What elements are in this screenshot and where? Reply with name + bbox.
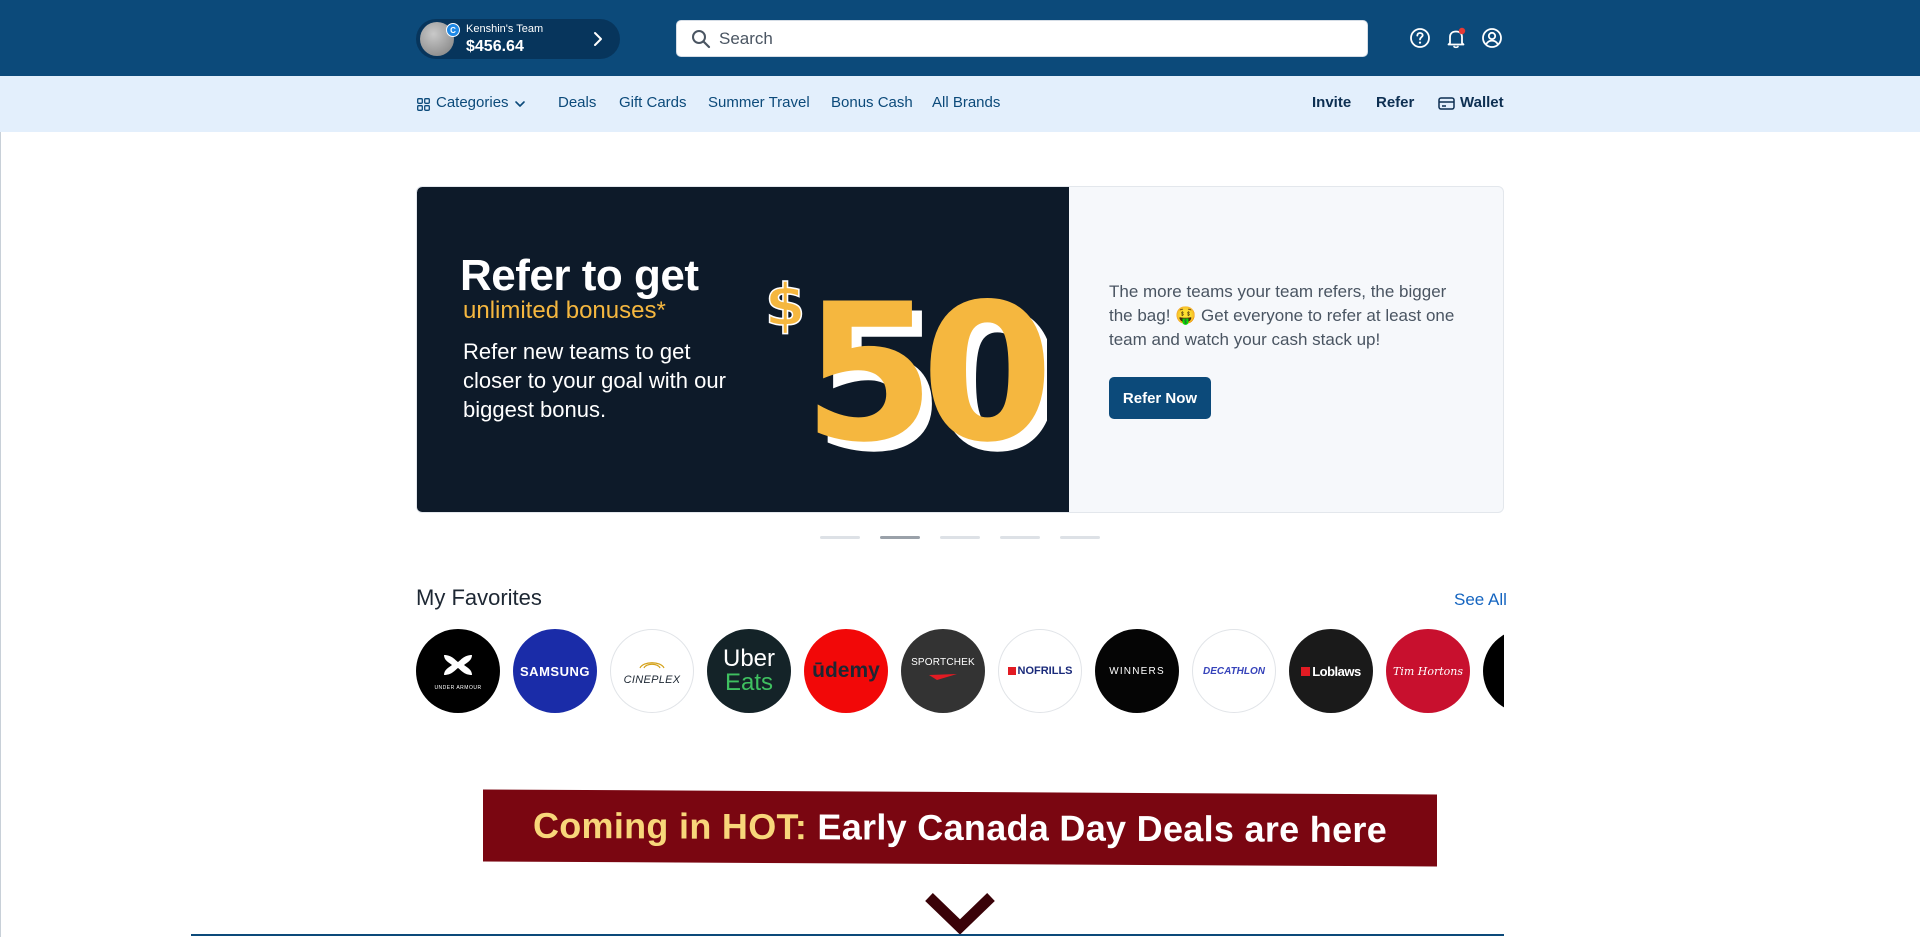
frame-edge (0, 0, 1, 937)
help-icon[interactable] (1409, 27, 1431, 49)
refer-now-button[interactable]: Refer Now (1109, 377, 1211, 419)
sport-chek-swoosh-icon (928, 673, 957, 680)
brand-label: WINNERS (1109, 665, 1165, 677)
team-info: Kenshin's Team $456.64 (466, 22, 544, 55)
brand-uber-eats[interactable]: Uber Eats (707, 629, 791, 713)
no-frills-mark-icon (1007, 667, 1016, 675)
brand-label: UNDER ARMOUR (434, 684, 482, 691)
wallet-icon[interactable] (1438, 96, 1455, 111)
promo-hot-text: Coming in HOT: (532, 804, 808, 848)
chevron-down-icon[interactable] (514, 99, 526, 109)
hero-title: Refer to get (460, 251, 699, 300)
promo-banner[interactable]: Coming in HOT: Early Canada Day Deals ar… (483, 789, 1437, 867)
team-selector-button[interactable]: C Kenshin's Team $456.64 (416, 19, 620, 59)
brand-label: SPORTCHEK (911, 656, 975, 668)
brand-decathlon[interactable]: DECATHLON (1192, 629, 1276, 713)
nav-all-brands[interactable]: All Brands (932, 94, 1000, 111)
promo-text: Coming in HOT: Early Canada Day Deals ar… (533, 805, 1387, 851)
brand-label: Loblaws (1312, 663, 1361, 679)
favorites-heading: My Favorites (416, 585, 542, 610)
categories-dropdown[interactable]: Categories (436, 94, 509, 111)
secondary-nav: Categories Deals Gift Cards Summer Trave… (0, 76, 1920, 132)
brand-winners[interactable]: WINNERS (1095, 629, 1179, 713)
section-divider (191, 934, 1504, 936)
brand-label: CINEPLEX (623, 674, 681, 686)
see-all-link[interactable]: See All (1454, 590, 1507, 610)
promo-rest-text: Early Canada Day Deals are here (817, 806, 1388, 851)
carousel-pagination (820, 536, 1100, 540)
team-balance: $456.64 (466, 37, 524, 55)
search-icon (692, 29, 711, 48)
brand-sport-chek[interactable]: SPORTCHEK (901, 629, 985, 713)
brand-udemy[interactable]: ūdemy (804, 629, 888, 713)
brand-no-frills[interactable]: NOFRILLS (998, 629, 1082, 713)
cineplex-rings-icon (639, 662, 665, 669)
nav-refer[interactable]: Refer (1376, 94, 1414, 111)
brand-label: NOFRILLS (1017, 665, 1073, 677)
search-input[interactable] (719, 28, 1339, 49)
brand-loblaws[interactable]: Loblaws (1289, 629, 1373, 713)
under-armour-logo-icon (444, 654, 472, 675)
hero-description: The more teams your team refers, the big… (1109, 282, 1455, 349)
hero-carousel: Refer to get unlimited bonuses* Refer ne… (416, 186, 1504, 513)
brand-label: ūdemy (812, 659, 880, 682)
account-icon[interactable] (1481, 27, 1503, 49)
hero-banner[interactable]: Refer to get unlimited bonuses* Refer ne… (417, 187, 1069, 512)
fifty-dollar-graphic: 50 $ 50 (764, 263, 1047, 475)
carousel-dot-active[interactable] (880, 536, 920, 539)
brand-label: Tim Hortons (1392, 664, 1464, 678)
nav-wallet[interactable]: Wallet (1460, 94, 1504, 111)
hero-amount-value: 50 (803, 263, 1045, 475)
team-avatar: C (420, 22, 460, 56)
carousel-dot[interactable] (820, 536, 860, 539)
brand-label-secondary: Eats (724, 669, 774, 696)
brand-cineplex[interactable]: CINEPLEX (610, 629, 694, 713)
brand-partial[interactable] (1483, 629, 1504, 713)
nav-deals[interactable]: Deals (558, 94, 596, 111)
notifications-icon[interactable] (1445, 27, 1467, 49)
hero-amount-currency: $ (765, 271, 805, 339)
hero-subtitle: unlimited bonuses* (463, 297, 666, 324)
chevron-right-icon (594, 32, 602, 46)
chevron-down-icon[interactable] (925, 893, 995, 937)
brand-label: Uber (722, 645, 776, 672)
carousel-dot[interactable] (940, 536, 980, 539)
top-header: C Kenshin's Team $456.64 (0, 0, 1920, 76)
nav-summer-travel[interactable]: Summer Travel (708, 94, 810, 111)
page: C Kenshin's Team $456.64 Search Categori… (0, 0, 1920, 937)
carousel-dot[interactable] (1000, 536, 1040, 539)
hero-body: Refer new teams to get closer to your go… (463, 339, 726, 422)
nav-invite[interactable]: Invite (1312, 94, 1351, 111)
carousel-dot[interactable] (1060, 536, 1100, 539)
nav-gift-cards[interactable]: Gift Cards (619, 94, 687, 111)
brand-samsung[interactable]: SAMSUNG (513, 629, 597, 713)
brand-under-armour[interactable]: UNDER ARMOUR (416, 629, 500, 713)
favorites-strip: UNDER ARMOUR SAMSUNG CINEPLEX Uber Eats … (416, 629, 1504, 713)
team-name: Kenshin's Team (466, 22, 544, 35)
team-badge: C (446, 23, 460, 37)
grid-icon (417, 98, 430, 111)
brand-tim-hortons[interactable]: Tim Hortons (1386, 629, 1470, 713)
brand-label: SAMSUNG (520, 663, 590, 679)
search-bar[interactable] (676, 20, 1368, 57)
brand-label: DECATHLON (1202, 665, 1266, 677)
nav-bonus-cash[interactable]: Bonus Cash (831, 94, 913, 111)
loblaws-mark-icon (1301, 666, 1311, 676)
